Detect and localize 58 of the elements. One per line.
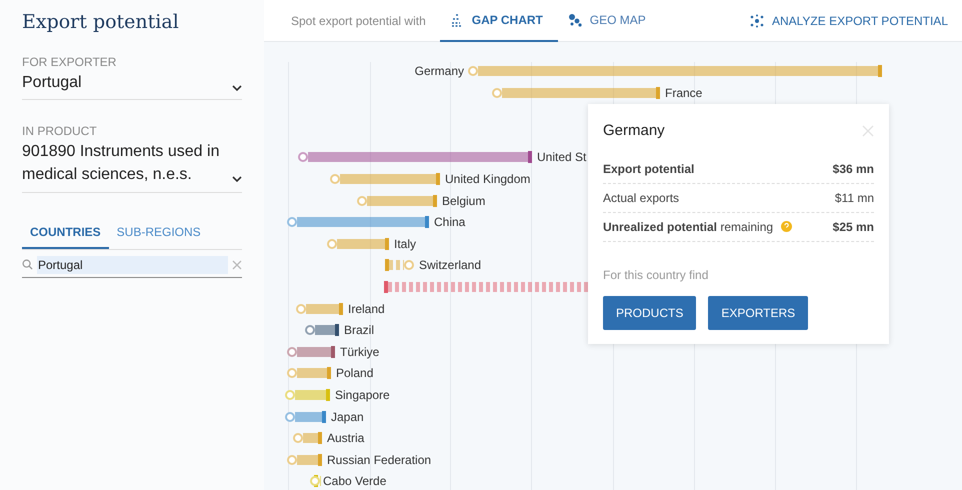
country-label: Russian Federation [327, 454, 432, 466]
metric-label: Unrealized potential remaining [603, 218, 774, 236]
gap-bar[interactable] [297, 217, 425, 228]
field-label: IN PRODUCT [22, 122, 98, 140]
gap-bar[interactable] [337, 238, 385, 249]
gap-bar[interactable] [297, 454, 318, 465]
metric-value: $25 mn [832, 218, 874, 236]
list-tab[interactable]: SUB-REGIONS [108, 222, 209, 248]
help-icon[interactable] [781, 221, 792, 232]
chevron-down-icon [232, 176, 242, 182]
gap-bar[interactable] [502, 88, 656, 98]
page-title: Export potential [22, 10, 180, 35]
metric-label: Actual exports [603, 190, 680, 206]
view-tab[interactable]: GEO MAP [558, 0, 656, 42]
product-select[interactable]: 901890 Instruments used in medical sciences, n.e.s. [22, 140, 242, 192]
metric-value: $11 mn [834, 190, 874, 206]
gap-bar[interactable] [297, 368, 327, 378]
country-label: Switzerland [419, 259, 482, 272]
country-label: Cabo Verde [323, 475, 386, 488]
country-label: Poland [336, 367, 374, 380]
intro-text: Spot export potential with [291, 12, 426, 30]
country-label: Singapore [335, 389, 390, 401]
gap-bar[interactable] [308, 152, 528, 162]
metric-label: Export potential [603, 160, 694, 178]
country-label: United Kingdom [445, 173, 530, 185]
country-label: France [665, 86, 702, 99]
popup-title: Germany [603, 121, 665, 141]
list-tab[interactable]: COUNTRIES [22, 222, 109, 248]
field-label: FOR EXPORTER [22, 54, 118, 70]
search-icon [22, 259, 33, 270]
find-button[interactable]: PRODUCTS [603, 296, 696, 330]
dotted-lines-icon [450, 12, 464, 26]
find-button[interactable]: EXPORTERS [708, 296, 808, 330]
chevron-down-icon [232, 84, 242, 90]
gap-bar[interactable] [389, 260, 404, 270]
gap-bar[interactable] [315, 325, 335, 336]
country-label: Germany [414, 65, 464, 77]
country-label: Ireland [348, 302, 385, 315]
exporter-select[interactable]: Portugal [22, 70, 242, 100]
country-label: Türkiye [340, 346, 380, 358]
network-icon [750, 14, 764, 28]
country-label: Belgium [442, 194, 486, 207]
country-label: China [434, 216, 466, 228]
gap-bar[interactable] [295, 412, 322, 422]
country-label: Brazil [344, 324, 374, 336]
gap-bar[interactable] [303, 433, 318, 444]
analyze-link[interactable]: ANALYZE EXPORT POTENTIAL [750, 12, 948, 30]
metric-value: $36 mn [832, 160, 874, 178]
country-label: Austria [327, 432, 364, 444]
find-text: For this country find [603, 266, 710, 284]
gap-bar[interactable] [367, 196, 433, 206]
gap-bar[interactable] [306, 304, 339, 314]
gap-bar[interactable] [297, 346, 331, 357]
country-label: United St [537, 151, 586, 164]
bubbles-icon [568, 12, 582, 26]
country-label: Japan [331, 410, 364, 423]
country-label: Italy [394, 238, 416, 250]
close-icon[interactable] [232, 260, 242, 270]
